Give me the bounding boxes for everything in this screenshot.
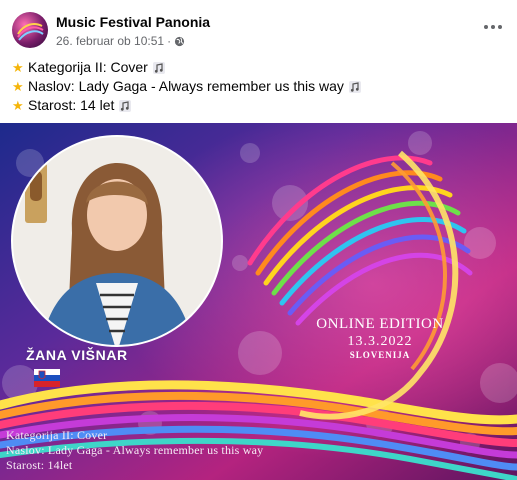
music-note-icon (348, 80, 361, 93)
post-timestamp[interactable]: 26. februar ob 10:51 (56, 34, 164, 48)
caption-category: Kategorija II: Cover (6, 428, 108, 442)
post-line-category: ★ Kategorija II: Cover (12, 58, 362, 77)
star-icon: ★ (12, 79, 24, 94)
meta-separator: · (167, 34, 172, 48)
globe-icon[interactable] (174, 36, 185, 47)
post-header: Music Festival Panonia 26. februar ob 10… (0, 0, 517, 56)
post-line-title: ★ Naslov: Lady Gaga - Always remember us… (12, 77, 362, 96)
post-image[interactable]: ŽANA VIŠNAR ONLINE EDITION 13.3.2022 SLO… (0, 123, 517, 480)
edition-title: ONLINE EDITION (316, 316, 444, 332)
performer-name: ŽANA VIŠNAR (26, 347, 128, 363)
edition-country: SLOVENIJA (349, 350, 411, 360)
edition-date: 13.3.2022 (347, 334, 413, 349)
image-caption: Kategorija II: Cover Naslov: Lady Gaga -… (6, 428, 263, 473)
caption-title: Naslov: Lady Gaga - Always remember us t… (6, 443, 264, 457)
page-avatar[interactable] (12, 12, 48, 48)
edition-block: ONLINE EDITION 13.3.2022 SLOVENIJA (305, 316, 455, 360)
post-line-age: ★ Starost: 14 let (12, 96, 362, 115)
music-note-icon (152, 61, 165, 74)
post-meta: 26. februar ob 10:51 · (56, 34, 185, 48)
star-icon: ★ (12, 98, 24, 113)
post-text: ★ Kategorija II: Cover ★ Naslov: Lady Ga… (12, 58, 362, 115)
page-name-link[interactable]: Music Festival Panonia (56, 14, 210, 30)
slovenia-flag-icon (34, 369, 60, 387)
star-icon: ★ (12, 60, 24, 75)
caption-age: Starost: 14let (6, 458, 73, 472)
festival-poster-graphic (0, 123, 517, 480)
more-options-icon[interactable] (483, 20, 503, 34)
facebook-post: Music Festival Panonia 26. februar ob 10… (0, 0, 517, 480)
music-note-icon (119, 99, 132, 112)
